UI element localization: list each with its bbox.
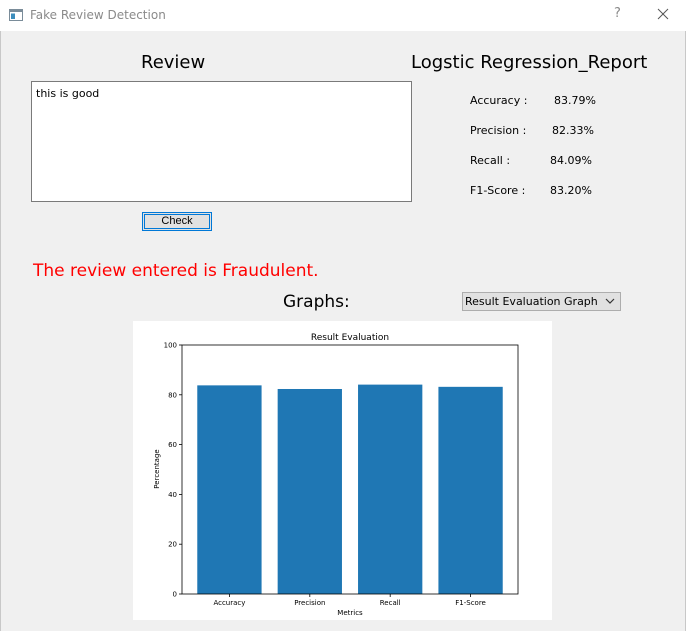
report-heading: Logstic Regression_Report — [411, 52, 648, 73]
bar-recall — [358, 384, 423, 594]
result-evaluation-chart: Result Evaluation Metrics Percentage Acc… — [133, 321, 552, 620]
review-textarea[interactable]: this is good — [31, 81, 412, 202]
y-tick-label: 0 — [173, 591, 177, 599]
window-title: Fake Review Detection — [30, 8, 166, 22]
chevron-down-icon — [605, 298, 615, 304]
bar-precision — [277, 388, 342, 594]
x-tick-label: Precision — [294, 599, 325, 607]
y-tick-label: 80 — [168, 391, 177, 399]
help-button[interactable]: ? — [614, 6, 621, 21]
review-text: this is good — [36, 87, 100, 100]
app-window-icon — [9, 9, 23, 21]
graph-type-dropdown[interactable]: Result Evaluation Graph — [462, 292, 621, 311]
metric-label-f1-score: F1-Score : — [470, 184, 526, 197]
check-button[interactable]: Check — [142, 212, 212, 231]
review-heading: Review — [141, 52, 206, 73]
close-icon[interactable] — [655, 6, 671, 22]
y-tick-label: 60 — [168, 441, 177, 449]
y-tick-label: 20 — [168, 541, 177, 549]
title-bar: Fake Review Detection ? — [0, 0, 686, 31]
metric-value-recall: 84.09% — [550, 154, 592, 167]
metric-value-accuracy: 83.79% — [554, 94, 596, 107]
graph-type-selected: Result Evaluation Graph — [465, 295, 598, 308]
chart-svg: Result Evaluation Metrics Percentage Acc… — [153, 333, 519, 617]
bar-accuracy — [197, 385, 262, 594]
y-tick-label: 100 — [164, 342, 177, 350]
chart-title: Result Evaluation — [311, 333, 389, 343]
x-tick-label: F1-Score — [455, 599, 486, 607]
window-border-left — [0, 31, 1, 631]
metric-label-recall: Recall : — [470, 154, 511, 167]
metric-value-f1-score: 83.20% — [550, 184, 592, 197]
metric-value-precision: 82.33% — [552, 124, 594, 137]
chart-ylabel: Percentage — [153, 449, 161, 488]
x-tick-label: Recall — [380, 599, 401, 607]
metric-label-precision: Precision : — [470, 124, 527, 137]
result-message: The review entered is Fraudulent. — [33, 261, 319, 281]
graphs-heading: Graphs: — [283, 292, 350, 312]
chart-xlabel: Metrics — [337, 609, 363, 617]
x-tick-label: Accuracy — [213, 599, 245, 607]
metric-label-accuracy: Accuracy : — [470, 94, 528, 107]
y-tick-label: 40 — [168, 491, 177, 499]
bar-f1-score — [438, 386, 503, 594]
